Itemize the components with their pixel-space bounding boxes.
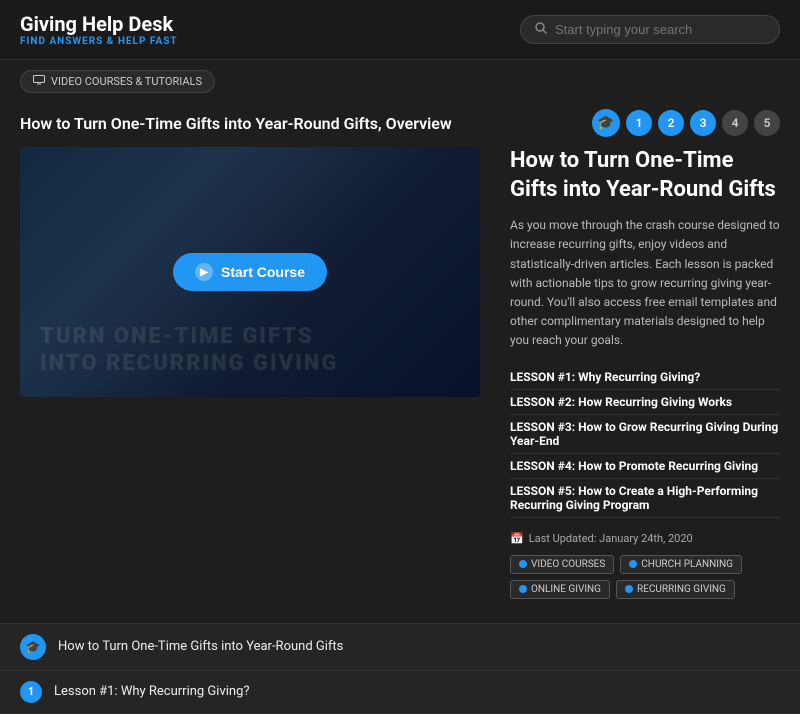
lesson-2[interactable]: LESSON #2: How Recurring Giving Works xyxy=(510,390,780,415)
lesson-4[interactable]: LESSON #4: How to Promote Recurring Givi… xyxy=(510,454,780,479)
info-panel: How to Turn One-Time Gifts into Year-Rou… xyxy=(490,147,780,605)
lesson-1[interactable]: LESSON #1: Why Recurring Giving? xyxy=(510,365,780,390)
tag-online-giving[interactable]: ONLINE GIVING xyxy=(510,580,610,599)
search-input[interactable] xyxy=(555,22,765,37)
lesson-3[interactable]: LESSON #3: How to Grow Recurring Giving … xyxy=(510,415,780,454)
nav-bar: VIDEO COURSES & TUTORIALS xyxy=(0,60,800,103)
page-title-bar: How to Turn One-Time Gifts into Year-Rou… xyxy=(0,103,800,147)
nav-item-course-label: How to Turn One-Time Gifts into Year-Rou… xyxy=(58,639,343,654)
tag-dot xyxy=(519,560,527,568)
search-icon xyxy=(535,22,547,37)
tag-recurring-giving[interactable]: RECURRING GIVING xyxy=(616,580,735,599)
lesson-list: LESSON #1: Why Recurring Giving? LESSON … xyxy=(510,365,780,518)
video-container: turn one-time giftsinto recurring giving… xyxy=(20,147,480,397)
course-icon: 🎓 xyxy=(592,109,620,137)
logo-title: Giving Help Desk xyxy=(20,12,178,36)
header: Giving Help Desk FIND ANSWERS & HELP FAS… xyxy=(0,0,800,60)
step-3[interactable]: 3 xyxy=(690,110,716,136)
tag-dot xyxy=(629,560,637,568)
video-overlay: ▶ Start Course xyxy=(20,147,480,397)
breadcrumb-button[interactable]: VIDEO COURSES & TUTORIALS xyxy=(20,70,215,93)
page-title: How to Turn One-Time Gifts into Year-Rou… xyxy=(20,114,452,133)
nav-item-lesson1[interactable]: 1 Lesson #1: Why Recurring Giving? xyxy=(0,671,800,714)
course-title: How to Turn One-Time Gifts into Year-Rou… xyxy=(510,147,780,204)
step-1[interactable]: 1 xyxy=(626,110,652,136)
breadcrumb-label: VIDEO COURSES & TUTORIALS xyxy=(51,75,202,88)
search-bar[interactable] xyxy=(520,15,780,44)
lesson-5[interactable]: LESSON #5: How to Create a High-Performi… xyxy=(510,479,780,518)
step-2[interactable]: 2 xyxy=(658,110,684,136)
nav-icon-course: 🎓 xyxy=(20,634,46,660)
calendar-icon: 📅 xyxy=(510,532,524,545)
logo-subtitle: FIND ANSWERS & HELP FAST xyxy=(20,36,178,47)
step-4[interactable]: 4 xyxy=(722,110,748,136)
nav-item-lesson1-label: Lesson #1: Why Recurring Giving? xyxy=(54,684,250,699)
tag-video-courses[interactable]: VIDEO COURSES xyxy=(510,555,614,574)
video-panel: turn one-time giftsinto recurring giving… xyxy=(20,147,490,605)
play-icon: ▶ xyxy=(195,263,213,281)
step-5[interactable]: 5 xyxy=(754,110,780,136)
main-content: turn one-time giftsinto recurring giving… xyxy=(0,147,800,615)
nav-num-1: 1 xyxy=(20,681,42,703)
monitor-icon xyxy=(33,75,45,88)
nav-item-course[interactable]: 🎓 How to Turn One-Time Gifts into Year-R… xyxy=(0,624,800,671)
logo-area: Giving Help Desk FIND ANSWERS & HELP FAS… xyxy=(20,12,178,47)
tag-dot xyxy=(625,585,633,593)
course-description: As you move through the crash course des… xyxy=(510,216,780,350)
last-updated: 📅 Last Updated: January 24th, 2020 xyxy=(510,532,780,545)
tag-church-planning[interactable]: CHURCH PLANNING xyxy=(620,555,742,574)
step-indicators: 🎓 1 2 3 4 5 xyxy=(592,109,780,137)
tags-row: VIDEO COURSES CHURCH PLANNING ONLINE GIV… xyxy=(510,555,780,599)
start-course-button[interactable]: ▶ Start Course xyxy=(173,253,327,291)
bottom-nav: 🎓 How to Turn One-Time Gifts into Year-R… xyxy=(0,623,800,714)
start-course-label: Start Course xyxy=(221,264,305,280)
tag-dot xyxy=(519,585,527,593)
